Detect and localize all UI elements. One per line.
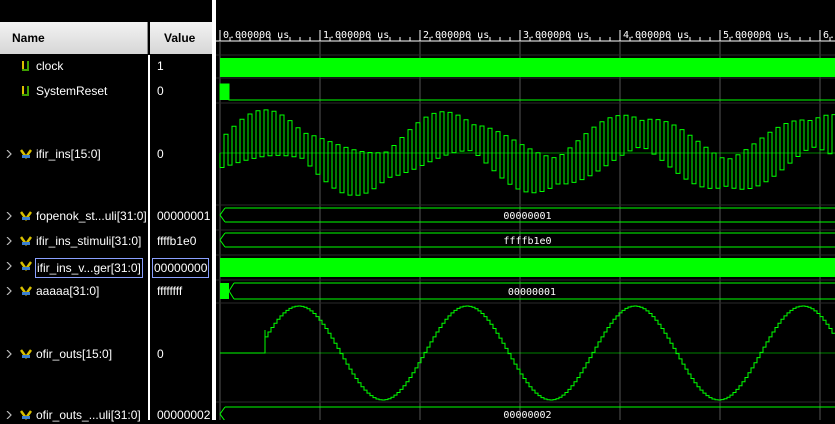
bus-signal-icon (20, 149, 32, 160)
bit-signal-icon (22, 61, 29, 71)
ruler-label: 0.000000 us (223, 30, 289, 41)
signal-list-header: Name Value (0, 0, 212, 55)
time-grid (216, 42, 835, 420)
chevron-right-icon[interactable] (5, 350, 13, 358)
chevron-right-icon[interactable] (5, 287, 13, 295)
bit-signal-icon (22, 86, 29, 96)
bus-signal-icon (20, 211, 32, 222)
signal-row-ofir-outs-stimuli[interactable]: ofir_outs_...uli[31:0] 00000002 (0, 406, 212, 424)
signal-value: 1 (157, 59, 164, 73)
name-column-header[interactable]: Name (0, 22, 148, 54)
signal-value: 0 (157, 147, 164, 161)
signal-row-ifir-ins-verilog-integer[interactable]: ifir_ins_v...ger[31:0] 00000000 (0, 257, 212, 278)
signal-name: ifir_ins_v...ger[31:0] (35, 258, 143, 278)
signal-name: clock (36, 59, 64, 73)
bus-signal-icon (20, 286, 32, 297)
signal-name: fopenok_st...uli[31:0] (36, 209, 147, 223)
signal-name: ofir_outs[15:0] (36, 347, 113, 361)
bus-signal-icon (20, 349, 32, 360)
signal-value: 0 (157, 84, 164, 98)
bus-signal-icon (20, 261, 32, 272)
signal-row-ifir-ins[interactable]: ifir_ins[15:0] 0 (0, 145, 212, 163)
time-ruler[interactable]: 0.000000 us 1.000000 us 2.000000 us 3.00000… (216, 30, 835, 42)
signal-value: 0 (157, 347, 164, 361)
signal-row-ofir-outs[interactable]: ofir_outs[15:0] 0 (0, 345, 212, 363)
signal-row-systemreset[interactable]: SystemReset 0 (0, 82, 212, 100)
aaaaa-initial-block (220, 283, 229, 299)
ifir-ins-stimuli-trace-label: ffffb1e0 (503, 236, 551, 247)
ifir-ins-verilog-integer-trace (220, 258, 835, 277)
signal-name: ifir_ins_stimuli[31:0] (36, 234, 142, 248)
chevron-right-icon[interactable] (5, 150, 13, 158)
chevron-right-icon[interactable] (5, 237, 13, 245)
signal-value: 00000000 (151, 258, 210, 278)
systemreset-trace (219, 83, 835, 101)
ruler-label: 2.000000 us (423, 30, 489, 41)
aaaaa-trace-label: 00000001 (508, 287, 556, 298)
ruler-label: 6. (823, 30, 835, 41)
ruler-label: 4.000000 us (623, 30, 689, 41)
signal-row-ifir-ins-stimuli[interactable]: ifir_ins_stimuli[31:0] ffffb1e0 (0, 232, 212, 250)
chevron-right-icon[interactable] (5, 262, 13, 270)
waveform-traces: 00000001 ffffb1e0 00000001 00000002 (219, 58, 835, 420)
chevron-right-icon[interactable] (5, 212, 13, 220)
ruler-label: 5.000000 us (723, 30, 789, 41)
signal-name: SystemReset (36, 84, 108, 98)
signal-name: aaaaa[31:0] (36, 284, 100, 298)
value-column-header[interactable]: Value (150, 22, 212, 54)
signal-value: 00000001 (157, 209, 211, 223)
fopenok-stimuli-trace-label: 00000001 (503, 211, 551, 222)
ruler-label: 1.000000 us (323, 30, 389, 41)
chevron-right-icon[interactable] (5, 411, 13, 419)
bus-signal-icon (20, 410, 32, 421)
signal-name: ifir_ins[15:0] (36, 147, 101, 161)
waveform-canvas[interactable]: 0.000000 us 1.000000 us 2.000000 us 3.00000… (216, 0, 835, 420)
ofir-outs-stimuli-trace-label: 00000002 (503, 410, 551, 420)
ruler-label: 3.000000 us (523, 30, 589, 41)
clock-trace (220, 58, 835, 77)
systemreset-high (220, 84, 229, 100)
signal-value: ffffb1e0 (157, 234, 197, 248)
signal-value: ffffffff (157, 284, 183, 298)
signal-row-clock[interactable]: clock 1 (0, 57, 212, 75)
bus-signal-icon (20, 236, 32, 247)
signal-row-fopenok-stimuli[interactable]: fopenok_st...uli[31:0] 00000001 (0, 207, 212, 225)
signal-row-aaaaa[interactable]: aaaaa[31:0] ffffffff (0, 282, 212, 300)
